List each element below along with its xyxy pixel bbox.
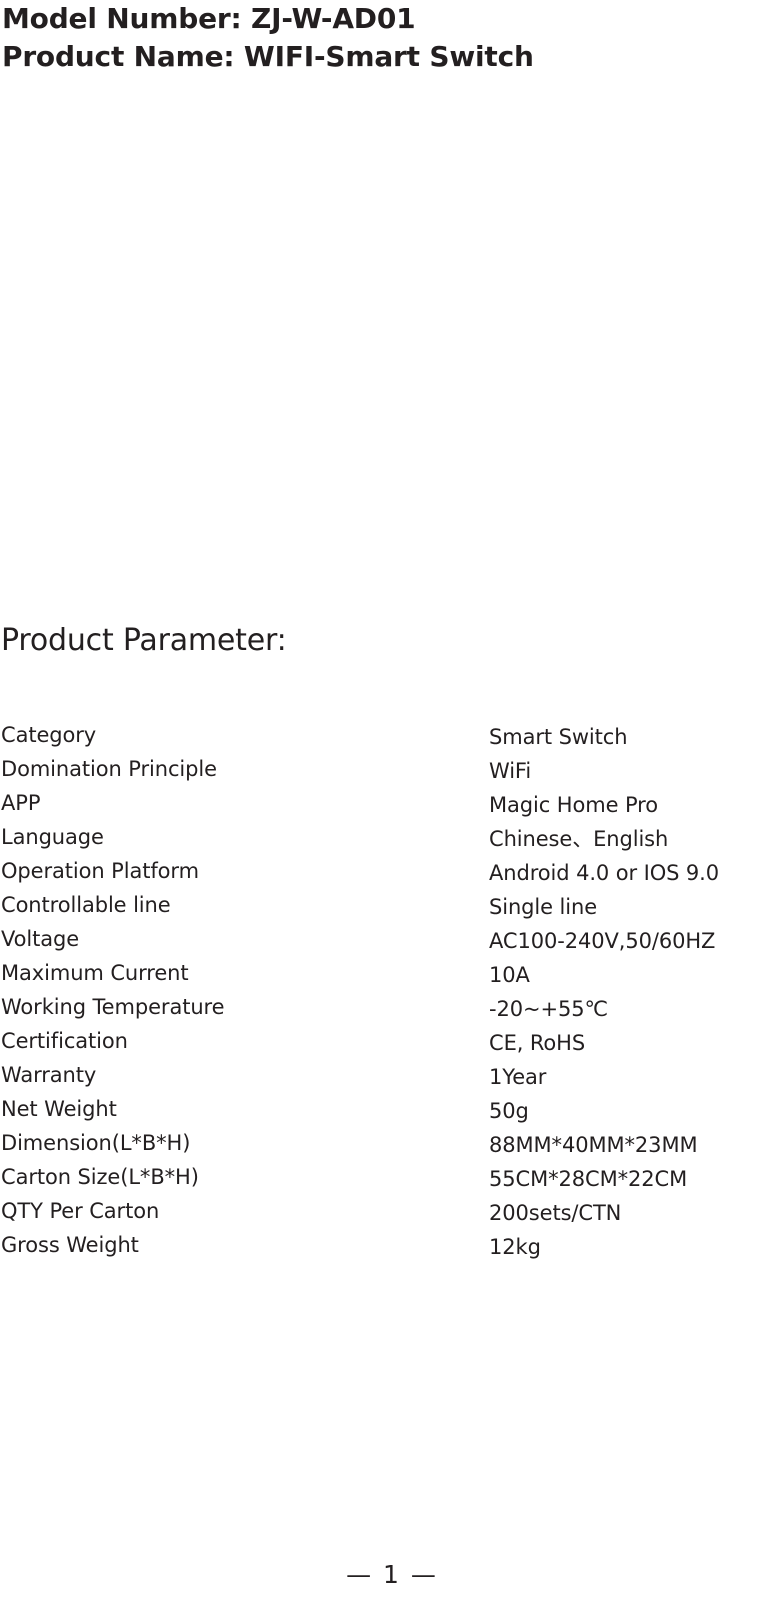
parameter-value: -20~+55℃ [489, 997, 608, 1021]
document-header: Model Number: ZJ-W-AD01 Product Name: WI… [2, 0, 742, 76]
parameter-value: Smart Switch [489, 725, 628, 749]
parameter-value: AC100-240V,50/60HZ [489, 929, 716, 953]
parameter-label: Certification [1, 1029, 128, 1053]
page-footer: — 1 — [0, 1558, 762, 1592]
parameter-value: 55CM*28CM*22CM [489, 1167, 688, 1191]
parameter-label: Dimension(L*B*H) [1, 1131, 191, 1155]
model-number-line: Model Number: ZJ-W-AD01 [2, 2, 416, 35]
parameter-label: Category [1, 723, 97, 747]
parameter-value: 12kg [489, 1235, 541, 1259]
parameter-value-column: Smart Switch WiFi Magic Home Pro Chinese… [489, 718, 762, 1262]
parameter-value: Chinese、English [489, 827, 669, 851]
page-number: — 1 — [346, 1560, 438, 1589]
parameter-value: Android 4.0 or IOS 9.0 [489, 861, 720, 885]
parameter-label: Domination Principle [1, 757, 217, 781]
parameter-label: Voltage [1, 927, 80, 951]
parameter-value: 50g [489, 1099, 529, 1123]
parameter-label: Maximum Current [1, 961, 189, 985]
parameter-label: APP [1, 791, 41, 815]
parameter-label: Language [1, 825, 104, 849]
parameter-value: CE, RoHS [489, 1031, 586, 1055]
parameter-label: Operation Platform [1, 859, 199, 883]
parameter-label: QTY Per Carton [1, 1199, 160, 1223]
parameter-label: Warranty [1, 1063, 97, 1087]
parameter-label: Carton Size(L*B*H) [1, 1165, 199, 1189]
parameter-value: 200sets/CTN [489, 1201, 622, 1225]
parameter-value: 88MM*40MM*23MM [489, 1133, 698, 1157]
parameter-label: Working Temperature [1, 995, 225, 1019]
parameter-label: Controllable line [1, 893, 171, 917]
product-image-area [0, 90, 762, 615]
parameter-value: Single line [489, 895, 598, 919]
parameter-value: WiFi [489, 759, 532, 783]
parameter-value: 10A [489, 963, 530, 987]
parameter-value: 1Year [489, 1065, 547, 1089]
parameter-label: Gross Weight [1, 1233, 139, 1257]
product-name-line: Product Name: WIFI-Smart Switch [2, 40, 534, 73]
parameter-label: Net Weight [1, 1097, 117, 1121]
parameter-label-column: Category Domination Principle APP Langua… [1, 718, 471, 1262]
parameter-value: Magic Home Pro [489, 793, 658, 817]
product-parameter-heading: Product Parameter: [1, 623, 287, 658]
